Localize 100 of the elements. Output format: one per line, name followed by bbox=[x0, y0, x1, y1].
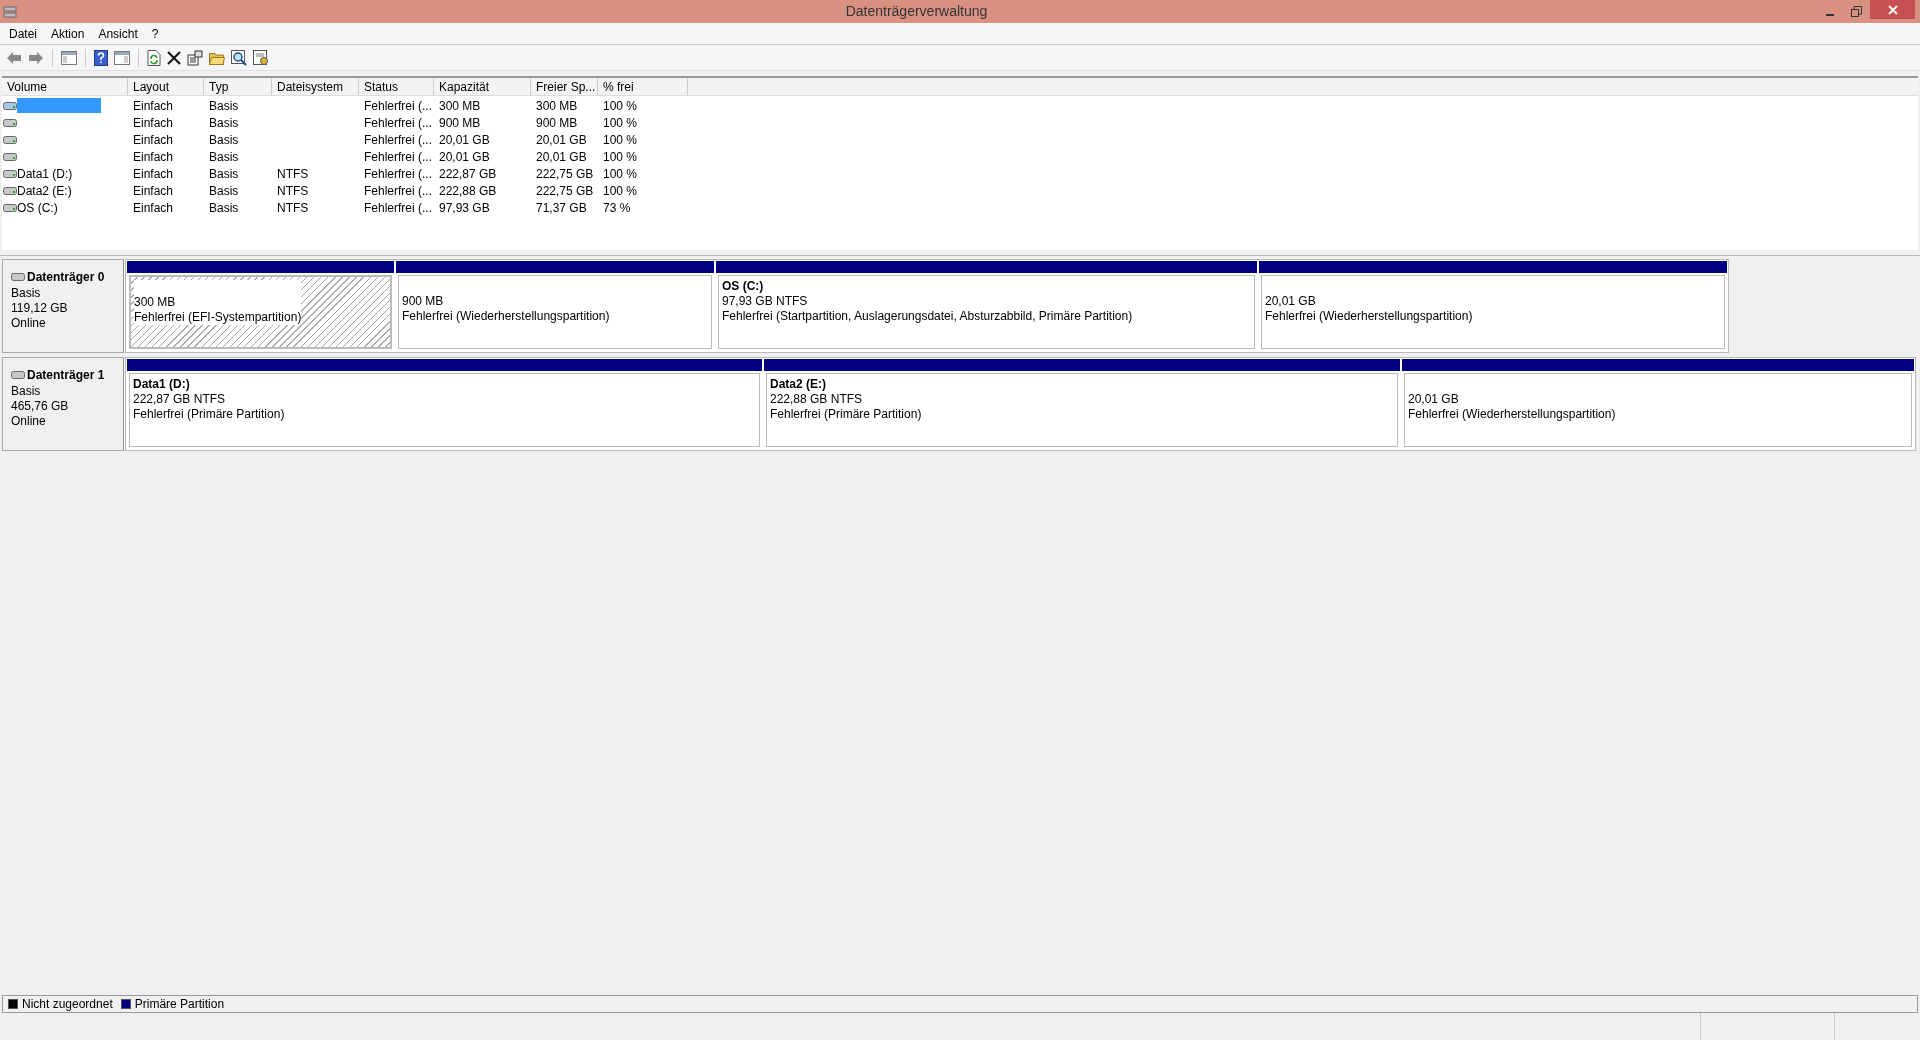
table-cell-text: NTFS bbox=[276, 165, 310, 182]
table-cell-text: Fehlerfrei (... bbox=[363, 165, 433, 182]
menu-item[interactable]: Datei bbox=[2, 23, 44, 44]
column-header[interactable]: Status bbox=[359, 78, 434, 95]
disk-name: Datenträger 1 bbox=[27, 367, 105, 384]
folder-icon[interactable] bbox=[209, 50, 225, 65]
disk-info-panel[interactable]: Datenträger 0 Basis 119,12 GB Online bbox=[2, 259, 124, 353]
table-cell-text: Fehlerfrei (... bbox=[363, 182, 433, 199]
column-header[interactable]: Typ bbox=[204, 78, 272, 95]
table-cell-text: Einfach bbox=[132, 182, 175, 199]
console-tree-icon[interactable] bbox=[61, 50, 77, 65]
document-gear-icon[interactable] bbox=[253, 49, 269, 66]
table-cell-text: Basis bbox=[208, 199, 240, 216]
partition-size: 222,88 GB NTFS bbox=[770, 392, 864, 407]
table-cell-text: Basis bbox=[208, 131, 240, 148]
help-icon[interactable] bbox=[94, 49, 108, 66]
column-header[interactable]: Kapazität bbox=[434, 78, 531, 95]
table-cell-text: 222,75 GB bbox=[535, 182, 595, 199]
partition-size: 20,01 GB bbox=[1408, 392, 1460, 407]
forward-arrow-icon[interactable] bbox=[28, 50, 44, 65]
partition-status: Fehlerfrei (EFI-Systempartition) bbox=[134, 310, 302, 325]
partition-size: 300 MB bbox=[134, 295, 177, 310]
partition-status: Fehlerfrei (Wiederherstellungspartition) bbox=[1265, 309, 1473, 324]
table-cell-text: Einfach bbox=[132, 131, 175, 148]
table-cell-text: NTFS bbox=[276, 182, 310, 199]
partition-status: Fehlerfrei (Primäre Partition) bbox=[770, 407, 922, 422]
partition-status: Fehlerfrei (Wiederherstellungspartition) bbox=[1408, 407, 1616, 422]
table-cell-text: Basis bbox=[208, 114, 240, 131]
drive-icon bbox=[3, 169, 17, 178]
table-cell-text: Einfach bbox=[132, 199, 175, 216]
disk-size: 465,76 GB bbox=[11, 399, 70, 414]
table-cell-text: 100 % bbox=[602, 182, 639, 199]
table-cell-text: 20,01 GB bbox=[535, 148, 588, 165]
column-header[interactable]: Dateisystem bbox=[272, 78, 359, 95]
minimize-icon bbox=[1825, 13, 1834, 16]
disk-drive-icon bbox=[3, 4, 17, 19]
column-header[interactable]: Freier Sp... bbox=[531, 78, 598, 95]
drive-icon bbox=[3, 135, 17, 144]
refresh-icon[interactable] bbox=[147, 49, 161, 66]
volume-name[interactable]: OS (C:) bbox=[17, 200, 58, 215]
table-cell-text: Einfach bbox=[132, 114, 175, 131]
table-cell-text: Basis bbox=[208, 148, 240, 165]
disk-type: Basis bbox=[11, 384, 42, 399]
column-header[interactable]: Layout bbox=[128, 78, 204, 95]
delete-icon[interactable] bbox=[167, 50, 181, 65]
table-cell-text: Basis bbox=[208, 182, 240, 199]
back-arrow-icon[interactable] bbox=[6, 50, 22, 65]
menu-item[interactable]: Aktion bbox=[44, 23, 92, 44]
close-icon bbox=[1887, 4, 1898, 15]
table-cell-text: 100 % bbox=[602, 131, 639, 148]
disk-size: 119,12 GB bbox=[11, 301, 69, 316]
table-cell-text: 20,01 GB bbox=[438, 148, 491, 165]
partition-status: Fehlerfrei (Primäre Partition) bbox=[133, 407, 285, 422]
disk-name: Datenträger 0 bbox=[27, 269, 105, 286]
table-cell-text: Fehlerfrei (... bbox=[363, 199, 433, 216]
table-cell-text: 222,87 GB bbox=[438, 165, 498, 182]
table-cell-text: 100 % bbox=[602, 97, 639, 114]
table-cell-text: 300 MB bbox=[438, 97, 482, 114]
column-header[interactable]: Volume bbox=[2, 78, 128, 95]
restore-icon bbox=[1851, 6, 1862, 17]
action-pane-icon[interactable] bbox=[114, 50, 130, 65]
drive-icon bbox=[3, 186, 17, 195]
table-cell-text: 97,93 GB bbox=[438, 199, 491, 216]
partition-size: 900 MB bbox=[402, 294, 445, 309]
table-cell-text: 222,75 GB bbox=[535, 165, 595, 182]
magnifier-icon[interactable] bbox=[231, 49, 247, 66]
table-cell-text: 900 MB bbox=[535, 114, 579, 131]
menu-item[interactable]: ? bbox=[144, 23, 166, 44]
table-cell-text: Basis bbox=[208, 97, 240, 114]
properties-icon[interactable] bbox=[187, 49, 203, 66]
table-cell-text: 20,01 GB bbox=[438, 131, 491, 148]
window-title: Datenträgerverwaltung bbox=[844, 2, 989, 21]
drive-icon bbox=[3, 152, 17, 161]
drive-icon bbox=[3, 203, 17, 212]
table-cell-text: Fehlerfrei (... bbox=[363, 114, 433, 131]
disk-status: Online bbox=[11, 414, 47, 429]
drive-icon bbox=[3, 101, 17, 110]
partition-label: Data2 (E:) bbox=[770, 377, 827, 392]
menu-item[interactable]: Ansicht bbox=[91, 23, 145, 44]
table-cell-text: 300 MB bbox=[535, 97, 579, 114]
drive-icon bbox=[3, 118, 17, 127]
table-cell-text: 100 % bbox=[602, 148, 639, 165]
table-cell-text: Einfach bbox=[132, 165, 175, 182]
volume-name[interactable]: Data2 (E:) bbox=[17, 183, 72, 198]
close-button[interactable] bbox=[1870, 0, 1915, 19]
disk-type: Basis bbox=[11, 286, 42, 301]
partition-size: 97,93 GB NTFS bbox=[722, 294, 809, 309]
disk-info-panel[interactable]: Datenträger 1 Basis 465,76 GB Online bbox=[2, 357, 124, 451]
table-cell-text: Fehlerfrei (... bbox=[363, 148, 433, 165]
volume-name[interactable]: Data1 (D:) bbox=[17, 166, 73, 181]
partition-status: Fehlerfrei (Startpartition, Auslagerungsdatei, Absturzabbild, Primäre Partition) bbox=[722, 309, 1133, 324]
disk-status: Online bbox=[11, 316, 47, 331]
column-header[interactable]: % frei bbox=[598, 78, 688, 95]
table-cell-text: Einfach bbox=[132, 148, 175, 165]
table-cell-text: NTFS bbox=[276, 199, 310, 216]
partition-size: 20,01 GB bbox=[1265, 294, 1317, 309]
table-cell-text: 100 % bbox=[602, 114, 639, 131]
partition-size: 222,87 GB NTFS bbox=[133, 392, 227, 407]
table-cell-text: Fehlerfrei (... bbox=[363, 97, 433, 114]
table-cell-text: 100 % bbox=[602, 165, 639, 182]
